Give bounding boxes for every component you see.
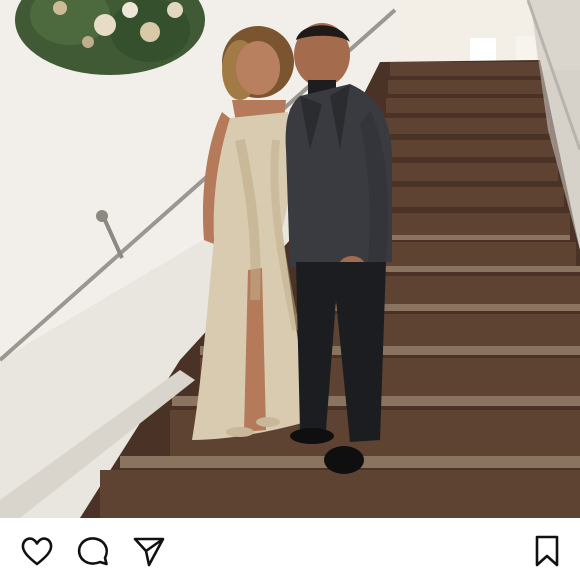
send-icon — [133, 537, 165, 567]
like-button[interactable] — [20, 534, 54, 568]
window — [470, 38, 496, 64]
heart-icon — [21, 537, 53, 566]
post-action-bar — [0, 518, 580, 580]
post-photo[interactable] — [0, 0, 580, 518]
window — [516, 36, 536, 62]
comment-icon — [77, 537, 108, 566]
save-button[interactable] — [530, 534, 564, 568]
comment-button[interactable] — [76, 534, 110, 568]
share-button[interactable] — [132, 534, 166, 568]
handrail-bracket-mount — [96, 210, 108, 222]
instagram-post — [0, 0, 580, 580]
photo-scene — [0, 0, 580, 518]
bookmark-icon — [535, 535, 559, 567]
